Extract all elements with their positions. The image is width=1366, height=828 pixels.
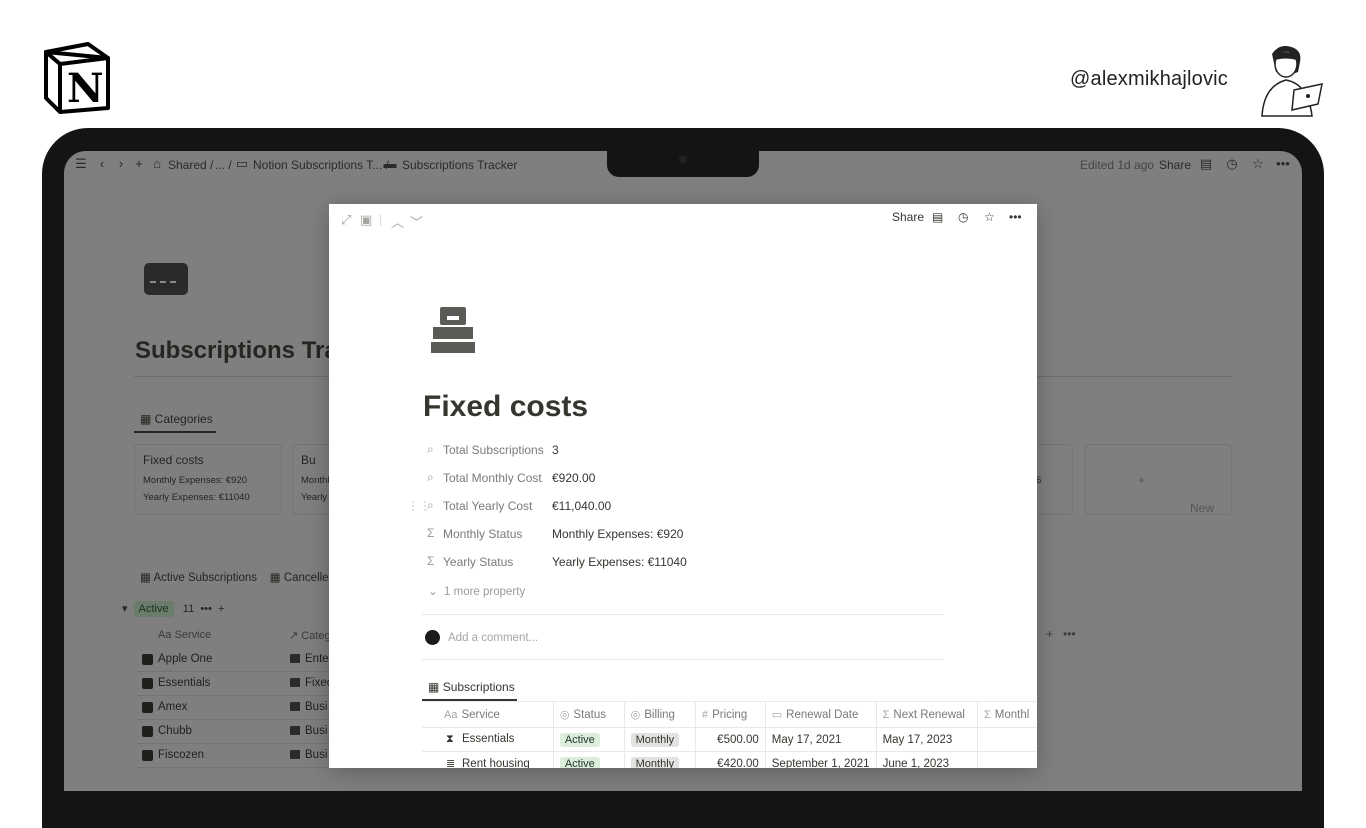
table-add-more[interactable]: + ••• — [1046, 627, 1076, 641]
card-icon: ▬ — [383, 156, 397, 171]
expand-icon[interactable]: ⤢ — [341, 212, 351, 228]
table-row[interactable]: ⧗ Essentials Active Monthly €500.00 May 1… — [422, 727, 1037, 752]
group-header[interactable]: ▾ Active 11 ••• + — [122, 601, 224, 617]
comment-input[interactable]: Add a comment... — [448, 632, 538, 644]
notion-logo-icon: N — [44, 42, 110, 114]
column-header-pricing[interactable]: # Pricing — [695, 701, 766, 728]
share-button[interactable]: Share — [892, 210, 924, 224]
avatar — [425, 630, 440, 645]
forward-icon[interactable]: › — [114, 157, 128, 171]
separator: | — [379, 212, 383, 227]
table-row[interactable]: Amex Busi — [134, 696, 344, 720]
page-icon: ▭ — [235, 156, 249, 171]
status-badge: Active — [559, 732, 600, 747]
column-header-monthly[interactable]: Σ Monthl — [977, 701, 1037, 728]
table-icon: ▦ — [428, 680, 440, 694]
sigma-icon: Σ — [427, 554, 435, 568]
comment-icon[interactable]: ▤ — [1199, 157, 1213, 171]
table-row[interactable]: Fiscozen Busi — [134, 744, 344, 768]
column-header-renewal-date[interactable]: ▭ Renewal Date — [765, 701, 877, 728]
column-header-next-renewal[interactable]: Σ Next Renewal — [876, 701, 978, 728]
breadcrumb-shared[interactable]: Shared / — [168, 158, 213, 172]
card-fixed-costs[interactable]: Fixed costs Monthly Expenses: €920 Yearl… — [134, 444, 282, 515]
tab-subscriptions[interactable]: ▦ Subscriptions — [428, 680, 515, 694]
gallery-icon: ▦ — [140, 412, 155, 426]
edited-timestamp: Edited 1d ago — [1080, 158, 1155, 172]
column-header-status[interactable]: ◎ Status — [553, 701, 625, 728]
database-icon: ≣ — [446, 758, 456, 768]
page-peek-modal: ⤢ ▣ | ︿ ﹀ Share ▤ ◷ ☆ ••• Fixed costs ⌕ T… — [329, 204, 1037, 768]
illustrated-avatar-icon — [1261, 46, 1323, 117]
tab-cancelled[interactable]: ▦ Cancelle — [270, 572, 329, 584]
new-card-button[interactable]: + New — [1085, 444, 1232, 515]
chevron-down-icon[interactable]: ﹀ — [410, 212, 423, 231]
clock-icon[interactable]: ◷ — [1225, 157, 1239, 171]
star-icon[interactable]: ☆ — [1251, 157, 1265, 171]
table-row[interactable]: ≣ Rent housing Active Monthly €420.00 Sep… — [422, 751, 1037, 768]
divider — [422, 614, 944, 615]
shared-icon: ⌂ — [153, 156, 161, 171]
add-icon[interactable]: + — [132, 157, 146, 171]
chevron-up-icon[interactable]: ︿ — [391, 212, 404, 231]
search-icon: ⌕ — [427, 470, 434, 484]
page-title: Subscriptions Tra — [135, 337, 338, 364]
tab-categories[interactable]: ▦ Categories — [140, 412, 213, 426]
more-icon[interactable]: ••• — [1276, 157, 1290, 171]
cash-register-icon — [431, 307, 475, 353]
property-total-monthly-cost[interactable]: ⌕ Total Monthly Cost €920.00 — [424, 468, 944, 490]
subscriptions-table: Aa Service ◎ Status ◎ Billing # Pricing ▭ Ren… — [422, 701, 1037, 768]
menu-icon[interactable]: ☰ — [74, 157, 88, 171]
tab-active-subscriptions[interactable]: ▦ Active Subscriptions — [140, 572, 257, 584]
modal-page-title: Fixed costs — [423, 390, 589, 423]
tab-underline — [134, 431, 216, 433]
table-row[interactable]: Essentials Fixed — [134, 672, 344, 696]
view-tabs: ▦ Active Subscriptions ▦ Cancelle — [140, 570, 329, 584]
column-header-category: ↗ Categ — [289, 630, 331, 642]
more-icon[interactable]: ••• — [1009, 210, 1022, 224]
hourglass-icon: ⧗ — [446, 733, 454, 745]
table-row[interactable]: Chubb Busi — [134, 720, 344, 744]
billing-badge: Monthly — [630, 732, 680, 747]
sigma-icon: Σ — [427, 526, 435, 540]
property-total-yearly-cost[interactable]: ⌕ Total Yearly Cost €11,040.00 — [424, 496, 944, 518]
camera-icon — [679, 155, 687, 163]
share-button[interactable]: Share — [1159, 158, 1191, 172]
status-badge: Active — [559, 756, 600, 768]
more-property-toggle[interactable]: ⌄ 1 more property — [428, 584, 525, 598]
search-icon: ⌕ — [427, 498, 434, 512]
column-header-billing[interactable]: ◎ Billing — [624, 701, 696, 728]
billing-badge: Monthly — [630, 756, 680, 768]
search-icon: ⌕ — [427, 442, 434, 456]
credit-card-icon — [144, 263, 188, 295]
breadcrumb-current[interactable]: Subscriptions Tracker — [402, 158, 517, 172]
column-header-service: Aa Service — [158, 629, 212, 641]
divider — [422, 659, 944, 660]
clock-icon[interactable]: ◷ — [958, 210, 968, 224]
table-header-row: Aa Service ◎ Status ◎ Billing # Pricing ▭ Ren… — [422, 701, 1037, 728]
author-handle: @alexmikhajlovic — [1070, 68, 1228, 90]
breadcrumb-ellipsis[interactable]: ... / — [215, 158, 232, 172]
property-yearly-status[interactable]: Σ Yearly Status Yearly Expenses: €11040 — [424, 552, 944, 574]
property-total-subscriptions[interactable]: ⌕ Total Subscriptions 3 — [424, 440, 944, 462]
svg-text:N: N — [67, 65, 104, 112]
star-icon[interactable]: ☆ — [984, 210, 995, 224]
back-icon[interactable]: ‹ — [95, 157, 109, 171]
chevron-down-icon: ⌄ — [428, 586, 438, 598]
breadcrumb-parent[interactable]: Notion Subscriptions T... / — [253, 158, 389, 172]
side-peek-icon[interactable]: ▣ — [360, 212, 372, 228]
column-header-service[interactable]: Aa Service — [422, 701, 554, 728]
property-monthly-status[interactable]: Σ Monthly Status Monthly Expenses: €920 — [424, 524, 944, 546]
table-row[interactable]: Apple One Ente — [134, 648, 344, 672]
comment-icon[interactable]: ▤ — [932, 210, 943, 224]
